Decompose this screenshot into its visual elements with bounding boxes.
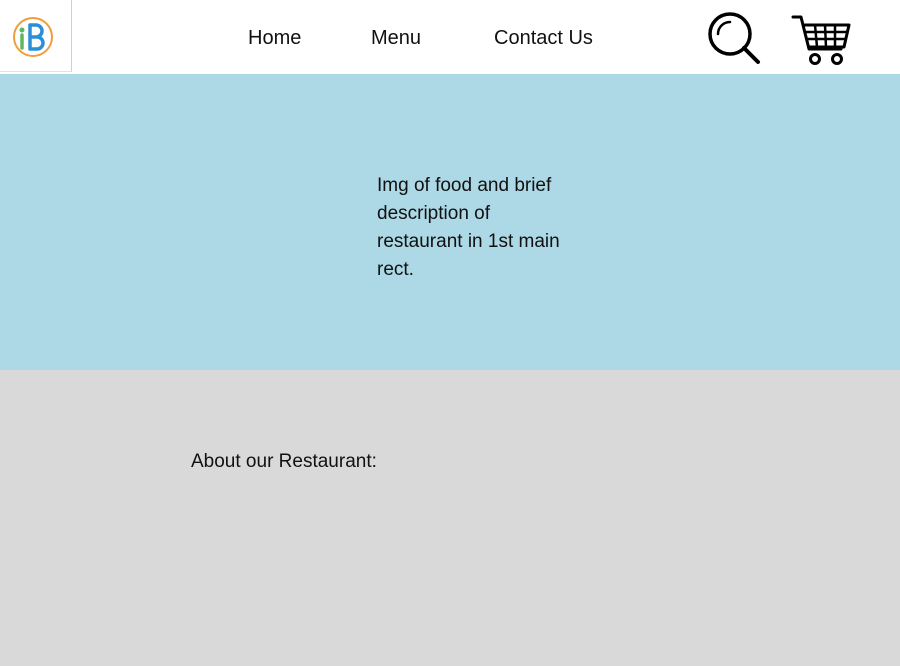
site-header: Home Menu Contact Us bbox=[0, 0, 900, 74]
nav-home-link[interactable]: Home bbox=[248, 24, 301, 52]
hero-description: Img of food and brief description of res… bbox=[377, 175, 560, 280]
about-section: About our Restaurant: bbox=[0, 370, 900, 666]
shopping-cart-icon[interactable] bbox=[791, 13, 851, 69]
hero-section: Img of food and brief description of res… bbox=[0, 74, 900, 370]
about-heading: About our Restaurant: bbox=[191, 451, 377, 472]
ib-logo-icon bbox=[13, 17, 53, 57]
nav-contact-link[interactable]: Contact Us bbox=[494, 24, 593, 52]
nav-menu-link[interactable]: Menu bbox=[371, 24, 421, 52]
logo[interactable] bbox=[0, 0, 72, 72]
search-icon[interactable] bbox=[707, 11, 761, 65]
